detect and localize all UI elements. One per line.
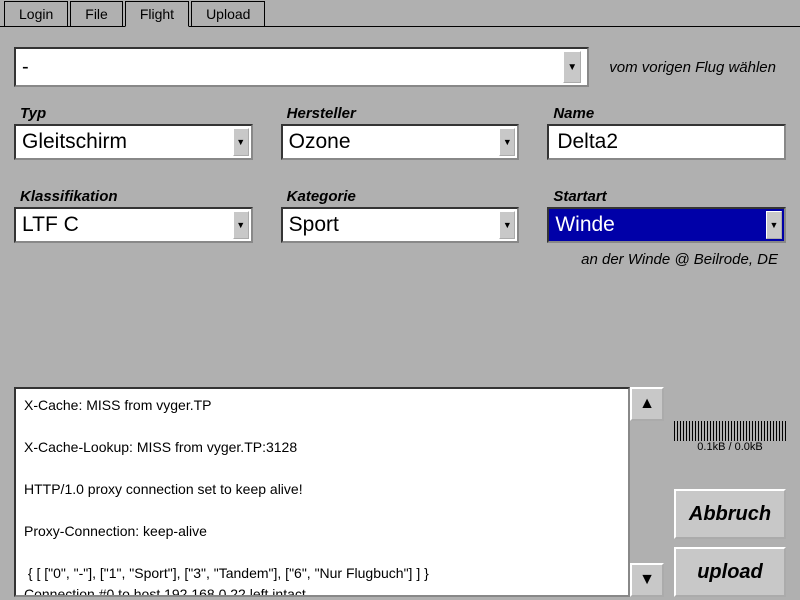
tab-upload[interactable]: Upload (191, 1, 265, 27)
klass-value: LTF C (22, 213, 233, 237)
chevron-down-icon[interactable]: ▼ (499, 211, 515, 239)
label-name: Name (553, 105, 786, 122)
klassifikation-select[interactable]: LTF C ▼ (14, 207, 253, 243)
chevron-down-icon[interactable]: ▼ (563, 51, 581, 83)
hersteller-value: Ozone (289, 130, 500, 154)
kategorie-select[interactable]: Sport ▼ (281, 207, 520, 243)
kat-value: Sport (289, 213, 500, 237)
label-kategorie: Kategorie (287, 188, 520, 205)
typ-select[interactable]: Gleitschirm ▼ (14, 124, 253, 160)
transfer-gauge (674, 421, 786, 441)
scroll-track[interactable] (630, 421, 664, 563)
prev-flight-select[interactable]: - ▼ (14, 47, 589, 87)
location-note: an der Winde @ Beilrode, DE (14, 251, 778, 268)
label-klass: Klassifikation (20, 188, 253, 205)
scroll-up-icon[interactable]: ▲ (630, 387, 664, 421)
startart-value: Winde (555, 213, 766, 237)
chevron-down-icon[interactable]: ▼ (233, 211, 249, 239)
name-value: Delta2 (557, 130, 618, 154)
scroll-down-icon[interactable]: ▼ (630, 563, 664, 597)
cancel-button[interactable]: Abbruch (674, 489, 786, 539)
tab-file[interactable]: File (70, 1, 123, 27)
hersteller-select[interactable]: Ozone ▼ (281, 124, 520, 160)
flight-panel: - ▼ vom vorigen Flug wählen Typ Gleitsch… (0, 26, 800, 278)
tab-bar: Login File Flight Upload (0, 0, 800, 26)
typ-value: Gleitschirm (22, 130, 233, 154)
prev-flight-hint: vom vorigen Flug wählen (609, 59, 776, 76)
name-input[interactable]: Delta2 (547, 124, 786, 160)
scrollbar[interactable]: ▲ ▼ (630, 387, 664, 597)
label-startart: Startart (553, 188, 786, 205)
tab-flight[interactable]: Flight (125, 1, 189, 27)
tab-login[interactable]: Login (4, 1, 68, 27)
label-hersteller: Hersteller (287, 105, 520, 122)
startart-select[interactable]: Winde ▼ (547, 207, 786, 243)
chevron-down-icon[interactable]: ▼ (766, 211, 782, 239)
transfer-label: 0.1kB / 0.0kB (674, 441, 786, 453)
upload-button[interactable]: upload (674, 547, 786, 597)
log-output: X-Cache: MISS from vyger.TP X-Cache-Look… (14, 387, 630, 597)
label-typ: Typ (20, 105, 253, 122)
chevron-down-icon[interactable]: ▼ (233, 128, 249, 156)
chevron-down-icon[interactable]: ▼ (499, 128, 515, 156)
prev-flight-value: - (22, 56, 563, 79)
